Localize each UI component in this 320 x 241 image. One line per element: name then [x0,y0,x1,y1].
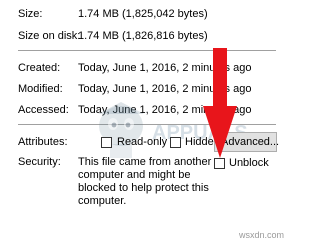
mascot-watermark-icon [98,102,144,158]
security-label: Security: [18,156,61,168]
size-on-disk-value: 1.74 MB (1,826,816 bytes) [78,30,208,42]
attributes-label: Attributes: [18,136,68,148]
size-label: Size: [18,8,43,20]
read-only-checkbox[interactable] [101,137,112,148]
red-arrow-icon [203,48,237,158]
read-only-label[interactable]: Read-only [117,136,167,149]
size-value: 1.74 MB (1,825,042 bytes) [78,8,208,20]
security-message: This file came from another computer and… [78,156,212,207]
accessed-label: Accessed: [18,104,69,116]
separator [18,50,276,51]
file-properties-dialog: Size: 1.74 MB (1,825,042 bytes) Size on … [0,0,287,241]
created-label: Created: [18,62,61,74]
size-on-disk-label: Size on disk: [18,30,81,42]
modified-label: Modified: [18,83,63,95]
site-watermark: wsxdn.com [238,230,284,240]
hidden-checkbox[interactable] [170,137,181,148]
